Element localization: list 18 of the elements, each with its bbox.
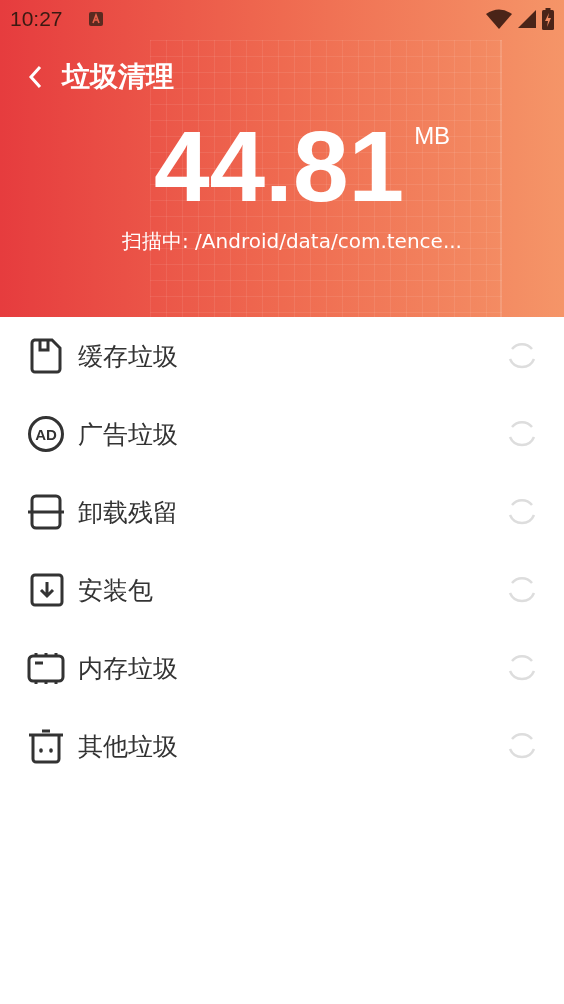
category-label: 其他垃圾 bbox=[78, 730, 179, 763]
category-label: 安装包 bbox=[78, 574, 154, 607]
category-label: 内存垃圾 bbox=[78, 652, 179, 685]
battery-icon bbox=[542, 8, 554, 30]
back-button[interactable] bbox=[28, 65, 42, 89]
ad-icon: AD bbox=[26, 414, 66, 454]
signal-icon bbox=[518, 10, 536, 28]
scan-path: 扫描中: /Android/data/com.tence... bbox=[121, 228, 463, 255]
status-time: 10:27 bbox=[10, 7, 63, 31]
notification-icon bbox=[88, 12, 103, 26]
wifi-icon bbox=[486, 9, 512, 29]
size-unit: MB bbox=[414, 122, 451, 150]
page-title: 垃圾清理 bbox=[62, 59, 174, 95]
junk-size: 44.81 bbox=[153, 116, 405, 216]
category-label: 缓存垃圾 bbox=[78, 340, 179, 373]
box-icon bbox=[26, 492, 66, 532]
category-label: 广告垃圾 bbox=[78, 418, 179, 451]
category-label: 卸载残留 bbox=[78, 496, 179, 529]
